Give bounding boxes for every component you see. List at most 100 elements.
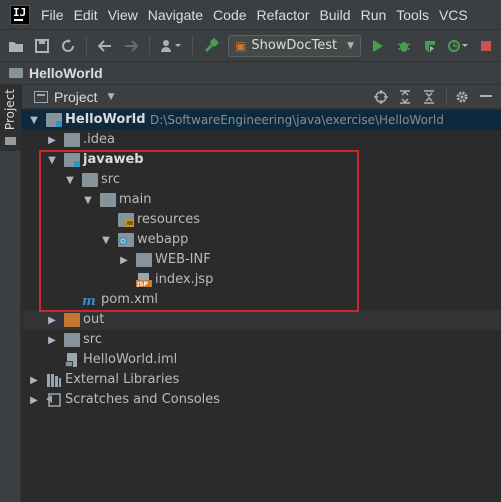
tree-item-label: src <box>83 332 102 347</box>
chevron-down-icon[interactable]: ▼ <box>82 190 94 210</box>
left-tool-strip: Project <box>0 85 21 502</box>
tree-item-index-jsp[interactable]: JSP index.jsp <box>22 270 501 290</box>
folder-icon <box>64 133 80 147</box>
build-hammer-icon[interactable] <box>201 36 221 56</box>
menu-file[interactable]: File <box>36 7 69 23</box>
tree-item-out[interactable]: ▶ out <box>22 310 501 330</box>
header-separator <box>446 89 447 105</box>
tree-item-idea[interactable]: ▶ .idea <box>22 130 501 150</box>
locate-file-icon[interactable] <box>372 88 390 106</box>
folder-icon <box>82 173 98 187</box>
chevron-down-icon[interactable]: ▼ <box>108 92 115 102</box>
svg-text:JSP: JSP <box>136 281 149 287</box>
toolbar-separator <box>149 36 150 55</box>
breadcrumb[interactable]: HelloWorld <box>29 65 103 81</box>
tree-item-label: WEB-INF <box>155 252 211 267</box>
chevron-right-icon[interactable]: ▶ <box>118 250 130 270</box>
menu-vcs[interactable]: VCS <box>434 7 473 23</box>
run-config-label: ShowDocTest <box>251 38 338 53</box>
chevron-down-icon[interactable]: ▼ <box>28 110 40 130</box>
navigation-bar: HelloWorld <box>0 61 501 85</box>
chevron-down-icon[interactable]: ▼ <box>64 170 76 190</box>
project-tab-label: Project <box>3 89 17 131</box>
sync-icon[interactable] <box>58 36 78 56</box>
intellij-logo-icon: IJ <box>10 4 30 25</box>
gear-icon[interactable] <box>453 88 471 106</box>
panel-header-actions <box>366 85 495 109</box>
folder-icon <box>136 253 152 267</box>
tree-item-helloworld[interactable]: ▼ HelloWorld D:\SoftwareEngineering\java… <box>22 110 501 130</box>
menu-view[interactable]: View <box>103 7 143 23</box>
menu-run[interactable]: Run <box>356 7 392 23</box>
tree-item-src-root[interactable]: ▶ src <box>22 330 501 350</box>
menu-bar: IJ File Edit View Navigate Code Refactor… <box>0 0 501 29</box>
tree-item-label: javaweb <box>83 152 144 167</box>
chevron-right-icon[interactable]: ▶ <box>28 390 40 410</box>
debug-icon[interactable] <box>394 36 414 56</box>
folder-icon <box>100 193 116 207</box>
tree-item-label: src <box>101 172 120 187</box>
tree-item-label: pom.xml <box>101 292 158 307</box>
menu-navigate[interactable]: Navigate <box>143 7 208 23</box>
back-icon[interactable] <box>95 36 115 56</box>
project-tool-tab[interactable]: Project <box>0 85 21 151</box>
tree-item-javaweb[interactable]: ▼ javaweb <box>22 150 501 170</box>
logo-text: IJ <box>13 5 27 19</box>
maven-icon: m <box>82 293 98 307</box>
menu-build[interactable]: Build <box>314 7 355 23</box>
tree-item-path: D:\SoftwareEngineering\java\exercise\Hel… <box>150 113 444 127</box>
tree-item-label: index.jsp <box>155 272 214 287</box>
profile-icon[interactable] <box>446 36 470 56</box>
chevron-right-icon[interactable]: ▶ <box>46 330 58 350</box>
tree-item-resources[interactable]: resources <box>22 210 501 230</box>
resources-folder-icon <box>118 213 134 227</box>
tree-item-src[interactable]: ▼ src <box>22 170 501 190</box>
excluded-folder-icon <box>64 313 80 327</box>
forward-icon[interactable] <box>121 36 141 56</box>
tree-item-label: HelloWorld.iml <box>83 352 178 367</box>
scratches-icon <box>46 393 62 407</box>
tree-item-label: .idea <box>83 132 115 147</box>
web-folder-icon <box>118 233 134 247</box>
tree-item-label: resources <box>137 212 201 227</box>
folder-icon <box>64 333 80 347</box>
chevron-right-icon[interactable]: ▶ <box>46 130 58 150</box>
menu-edit[interactable]: Edit <box>69 7 103 23</box>
coverage-icon[interactable] <box>420 36 440 56</box>
menu-refactor[interactable]: Refactor <box>252 7 315 23</box>
panel-title[interactable]: Project <box>54 89 98 105</box>
chevron-down-icon[interactable]: ▼ <box>100 230 112 250</box>
stop-icon[interactable] <box>476 36 496 56</box>
open-folder-icon[interactable] <box>6 36 26 56</box>
chevron-down-icon: ▼ <box>347 40 355 51</box>
tree-item-label: main <box>119 192 152 207</box>
tree-item-scratches[interactable]: ▶ Scratches and Consoles <box>22 390 501 410</box>
folder-icon <box>5 137 16 145</box>
tree-item-pom-xml[interactable]: m pom.xml <box>22 290 501 310</box>
collapse-all-icon[interactable] <box>420 88 438 106</box>
run-configuration-selector[interactable]: ▣ ShowDocTest ▼ <box>228 34 362 57</box>
user-icon[interactable] <box>158 36 184 56</box>
module-file-icon <box>64 353 80 367</box>
hide-panel-icon[interactable] <box>477 88 495 106</box>
expand-all-icon[interactable] <box>396 88 414 106</box>
tree-item-label: Scratches and Consoles <box>65 392 221 407</box>
tree-item-main[interactable]: ▼ main <box>22 190 501 210</box>
chevron-right-icon[interactable]: ▶ <box>28 370 40 390</box>
tree-item-webapp[interactable]: ▼ webapp <box>22 230 501 250</box>
chevron-down-icon[interactable]: ▼ <box>46 150 58 170</box>
toolbar-separator <box>86 36 87 55</box>
module-folder-icon <box>46 113 62 127</box>
tree-item-web-inf[interactable]: ▶ WEB-INF <box>22 250 501 270</box>
project-view-icon <box>34 90 48 103</box>
menu-tools[interactable]: Tools <box>391 7 434 23</box>
svg-text:m: m <box>82 294 96 307</box>
menu-code[interactable]: Code <box>208 7 251 23</box>
chevron-right-icon[interactable]: ▶ <box>46 310 58 330</box>
tree-item-iml[interactable]: HelloWorld.iml <box>22 350 501 370</box>
save-icon[interactable] <box>32 36 52 56</box>
tree-item-external-libraries[interactable]: ▶ External Libraries <box>22 370 501 390</box>
main-toolbar: ▣ ShowDocTest ▼ <box>0 29 501 61</box>
run-icon[interactable] <box>368 36 388 56</box>
library-icon <box>46 373 62 387</box>
